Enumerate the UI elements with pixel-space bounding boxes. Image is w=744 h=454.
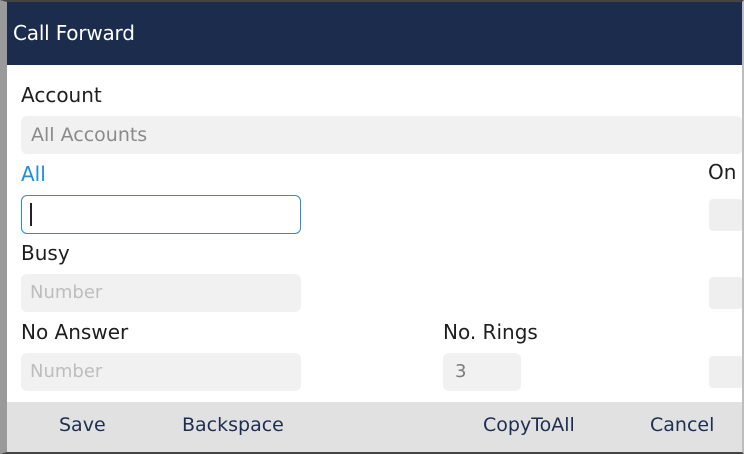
call-forward-screen: Call Forward Account All Accounts All On… — [0, 0, 744, 454]
no-answer-on-checkbox[interactable] — [709, 356, 742, 388]
cancel-button[interactable]: Cancel — [650, 414, 714, 436]
all-on-checkbox[interactable] — [709, 199, 742, 231]
busy-number-input[interactable]: Number — [21, 274, 301, 312]
all-label: All — [21, 162, 46, 186]
backspace-button[interactable]: Backspace — [182, 414, 284, 436]
title-bar: Call Forward — [7, 2, 742, 65]
on-column-label: On — [708, 160, 737, 184]
no-rings-label: No. Rings — [443, 320, 538, 344]
busy-label: Busy — [21, 241, 70, 265]
account-select[interactable]: All Accounts — [21, 116, 742, 154]
busy-on-checkbox[interactable] — [709, 277, 742, 309]
no-rings-input[interactable]: 3 — [443, 353, 521, 391]
save-button[interactable]: Save — [59, 414, 106, 436]
text-cursor — [30, 203, 32, 226]
account-label: Account — [21, 83, 102, 107]
copy-to-all-button[interactable]: CopyToAll — [483, 414, 575, 436]
no-answer-number-input[interactable]: Number — [21, 353, 301, 391]
all-number-input[interactable] — [21, 195, 301, 234]
screen-title: Call Forward — [13, 21, 135, 45]
softkey-bar: Save Backspace CopyToAll Cancel — [7, 402, 742, 452]
no-answer-label: No Answer — [21, 320, 129, 344]
